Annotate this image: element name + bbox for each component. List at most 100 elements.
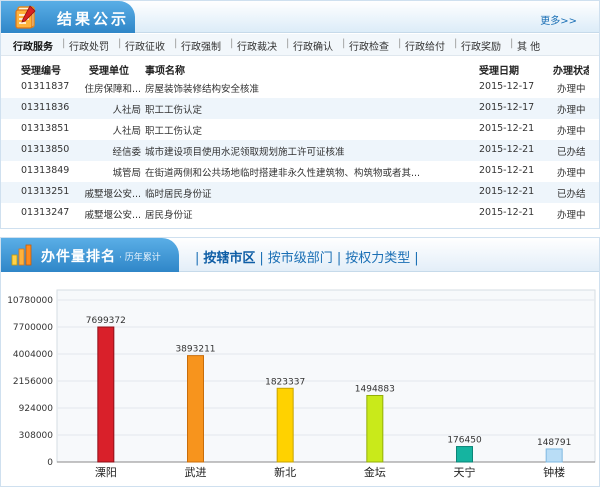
cell-status: 办理中 (557, 84, 586, 95)
cell-date: 2015-12-21 (479, 144, 535, 155)
bar-value-label: 1823337 (265, 377, 305, 387)
bar-value-label: 7699372 (86, 316, 126, 326)
category-divider: | (454, 38, 458, 49)
y-tick-label: 10780000 (7, 296, 53, 306)
cell-id: 01313251 (21, 186, 70, 197)
cell-date: 2015-12-21 (479, 165, 535, 176)
results-title: 结果公示 (57, 10, 130, 28)
tab-by-department[interactable]: 按市级部门 (268, 251, 333, 266)
table-row[interactable]: 01313850 经信委 城市建设项目使用水泥领取规划施工许可证核准 2015-12-… (1, 140, 599, 161)
category-divider: | (174, 38, 178, 49)
cell-unit: 戚墅堰公安... (84, 189, 141, 200)
category-tab[interactable]: 行政服务 (13, 38, 53, 53)
bar-武进 (187, 355, 204, 463)
cell-unit: 经信委 (112, 147, 141, 158)
table-row[interactable]: 01311836 人社局 职工工伤认定 2015-12-17 办理中 (1, 98, 599, 119)
category-divider: | (342, 38, 346, 49)
x-tick-label: 金坛 (364, 465, 386, 479)
results-panel: 结果公示 更多>> 行政服务 | 行政处罚 | 行政征收 | 行政强制 | 行政裁决 | 行政确认 |… (0, 0, 600, 229)
category-tab[interactable]: 行政确认 (293, 38, 333, 53)
cell-status: 办理中 (557, 168, 586, 179)
cell-id: 01313247 (21, 207, 70, 218)
category-divider: | (62, 38, 66, 49)
category-divider: | (118, 38, 122, 49)
x-tick-label: 钟楼 (543, 465, 565, 479)
results-header: 结果公示 更多>> (1, 1, 599, 33)
y-tick-label: 7700000 (13, 323, 53, 333)
category-tab[interactable]: 行政强制 (181, 38, 221, 53)
table-row[interactable]: 01311837 住房保障和... 房屋装饰装修结构安全核准 2015-12-17 办理… (1, 77, 599, 98)
category-tab[interactable]: 行政给付 (405, 38, 445, 53)
cell-id: 01311837 (21, 81, 70, 92)
category-divider: | (510, 38, 514, 49)
col-header-date: 受理日期 (479, 66, 519, 77)
table-row[interactable]: 01313247 戚墅堰公安... 居民身份证 2015-12-21 办理中 (1, 203, 599, 223)
cell-unit: 城管局 (112, 168, 141, 179)
table-row[interactable]: 01313251 戚墅堰公安... 临时居民身份证 2015-12-21 已办结 (1, 182, 599, 203)
ranking-subtitle: · 历年累计 (119, 253, 161, 263)
cell-name: 城市建设项目使用水泥领取规划施工许可证核准 (145, 147, 345, 158)
x-tick-label: 溧阳 (95, 465, 117, 479)
cell-status: 办理中 (557, 126, 586, 137)
bar-value-label: 1494883 (355, 384, 395, 394)
cell-date: 2015-12-21 (479, 186, 535, 197)
category-divider: | (286, 38, 290, 49)
document-icon (15, 5, 36, 29)
bar-金坛 (366, 394, 384, 463)
ranking-title: 办件量排名 (41, 249, 116, 265)
x-tick-label: 天宁 (454, 465, 476, 479)
plot-area (56, 289, 596, 463)
cell-name: 房屋装饰装修结构安全核准 (145, 84, 260, 95)
cell-unit: 人社局 (112, 105, 141, 116)
bar-钟楼 (545, 448, 563, 463)
category-tab[interactable]: 行政检查 (349, 38, 389, 53)
cell-unit: 人社局 (112, 126, 141, 137)
col-header-status: 办理状态 (553, 66, 589, 77)
bar-value-label: 3893211 (175, 345, 215, 355)
results-table-body: 01311837 住房保障和... 房屋装饰装修结构安全核准 2015-12-17 办理… (1, 77, 599, 223)
cell-status: 已办结 (557, 147, 586, 158)
cell-status: 办理中 (557, 210, 586, 221)
y-tick-label: 0 (47, 458, 53, 468)
tab-by-power-type[interactable]: 按权力类型 (345, 251, 410, 266)
ranking-header: 办件量排名 · 历年累计 | 按辖市区 | 按市级部门 | 按权力类型 | (1, 238, 599, 272)
more-link[interactable]: 更多>> (540, 12, 577, 27)
cell-name: 居民身份证 (145, 210, 193, 221)
table-row[interactable]: 01313851 人社局 职工工伤认定 2015-12-21 办理中 (1, 119, 599, 140)
ranking-bar-chart: 10780000 7700000 4004000 2156000 924000 30800… (7, 289, 596, 479)
cell-name: 职工工伤认定 (145, 105, 203, 116)
x-tick-label: 武进 (185, 466, 207, 479)
category-tab[interactable]: 行政征收 (125, 38, 165, 53)
tab-divider: | (414, 251, 419, 266)
table-row[interactable]: 01313849 城管局 在街道两侧和公共场地临时搭建非永久性建筑物、构筑物或者其.… (1, 161, 599, 182)
tab-divider: | (195, 251, 200, 266)
bar-value-label: 176450 (447, 436, 482, 446)
bar-value-label: 148791 (537, 438, 571, 448)
col-header-unit: 受理单位 (89, 66, 129, 77)
col-header-id: 受理编号 (21, 66, 61, 77)
cell-name: 职工工伤认定 (145, 126, 203, 137)
bar-溧阳 (97, 326, 115, 463)
cell-id: 01313849 (21, 165, 70, 176)
category-tab[interactable]: 行政裁决 (237, 38, 277, 53)
cell-id: 01311836 (21, 102, 70, 113)
category-tab[interactable]: 其 他 (517, 38, 540, 53)
cell-unit: 戚墅堰公安... (84, 210, 141, 221)
y-tick-label: 4004000 (13, 350, 53, 360)
cell-name: 在街道两侧和公共场地临时搭建非永久性建筑物、构筑物或者其... (145, 168, 421, 179)
cell-date: 2015-12-17 (479, 102, 535, 113)
category-divider: | (230, 38, 234, 49)
cell-name: 临时居民身份证 (145, 189, 212, 200)
tab-by-district[interactable]: 按辖市区 (203, 251, 255, 266)
cell-status: 已办结 (557, 189, 586, 200)
cell-status: 办理中 (557, 105, 586, 116)
category-tab[interactable]: 行政处罚 (69, 38, 109, 53)
y-tick-label: 924000 (19, 404, 54, 414)
ranking-title-tab: 办件量排名 · 历年累计 (1, 238, 179, 272)
cell-id: 01313851 (21, 123, 70, 134)
y-tick-label: 308000 (19, 431, 54, 441)
cell-id: 01313850 (21, 144, 70, 155)
y-tick-label: 2156000 (13, 377, 53, 387)
category-tab[interactable]: 行政奖励 (461, 38, 501, 53)
category-divider: | (398, 38, 402, 49)
